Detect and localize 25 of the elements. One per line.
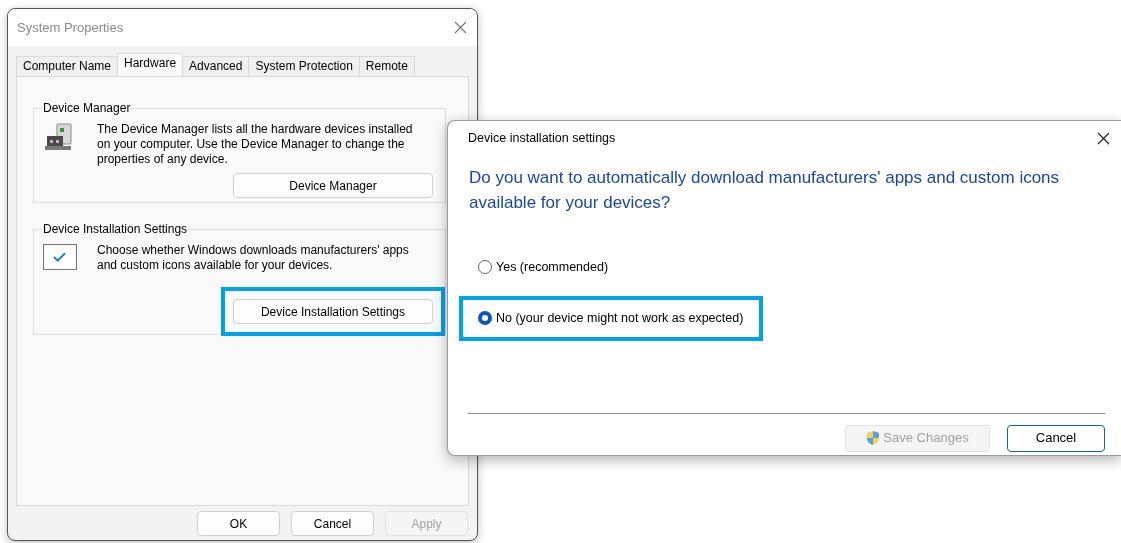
group-title: Device Manager <box>42 100 132 116</box>
radio-option[interactable]: No (your device might not work as expected) <box>459 295 764 341</box>
cancel-button[interactable]: Cancel <box>291 511 374 536</box>
radio-option[interactable]: Yes (recommended) <box>459 245 629 290</box>
checkbox-icon <box>43 243 77 271</box>
radio-button[interactable] <box>478 311 492 326</box>
tab[interactable]: Remote <box>358 56 415 76</box>
ok-button[interactable]: OK <box>197 511 280 536</box>
group-description: Choose whether Windows downloads manufacturers' apps and custom icons available for your devices. <box>97 243 410 273</box>
tab[interactable]: Hardware <box>117 53 184 76</box>
group-description: The Device Manager lists all the hardware devices installed on your computer. Use the Device Manager to change the properties of any device. <box>97 122 414 167</box>
radio-label: Yes (recommended) <box>496 259 609 276</box>
device-manager-button[interactable]: Device Manager <box>233 173 433 198</box>
cancel-button[interactable]: Cancel <box>1007 424 1105 452</box>
tab[interactable]: System Protection <box>248 56 360 76</box>
tab[interactable]: Computer Name <box>16 56 119 76</box>
dialog-title: Device installation settings <box>468 129 616 147</box>
radio-label: No (your device might not work as expected) <box>496 309 744 327</box>
installation-settings-button[interactable]: Device Installation Settings <box>233 299 433 324</box>
close-icon[interactable] <box>1097 131 1110 145</box>
question-text: Do you want to automatically download manufacturers' apps and custom icons available for your devices? <box>469 167 1061 214</box>
radio-button[interactable] <box>478 260 492 275</box>
shield-icon <box>866 430 881 446</box>
window-title: System Properties <box>17 18 124 37</box>
group-title: Device Installation Settings <box>42 221 189 237</box>
